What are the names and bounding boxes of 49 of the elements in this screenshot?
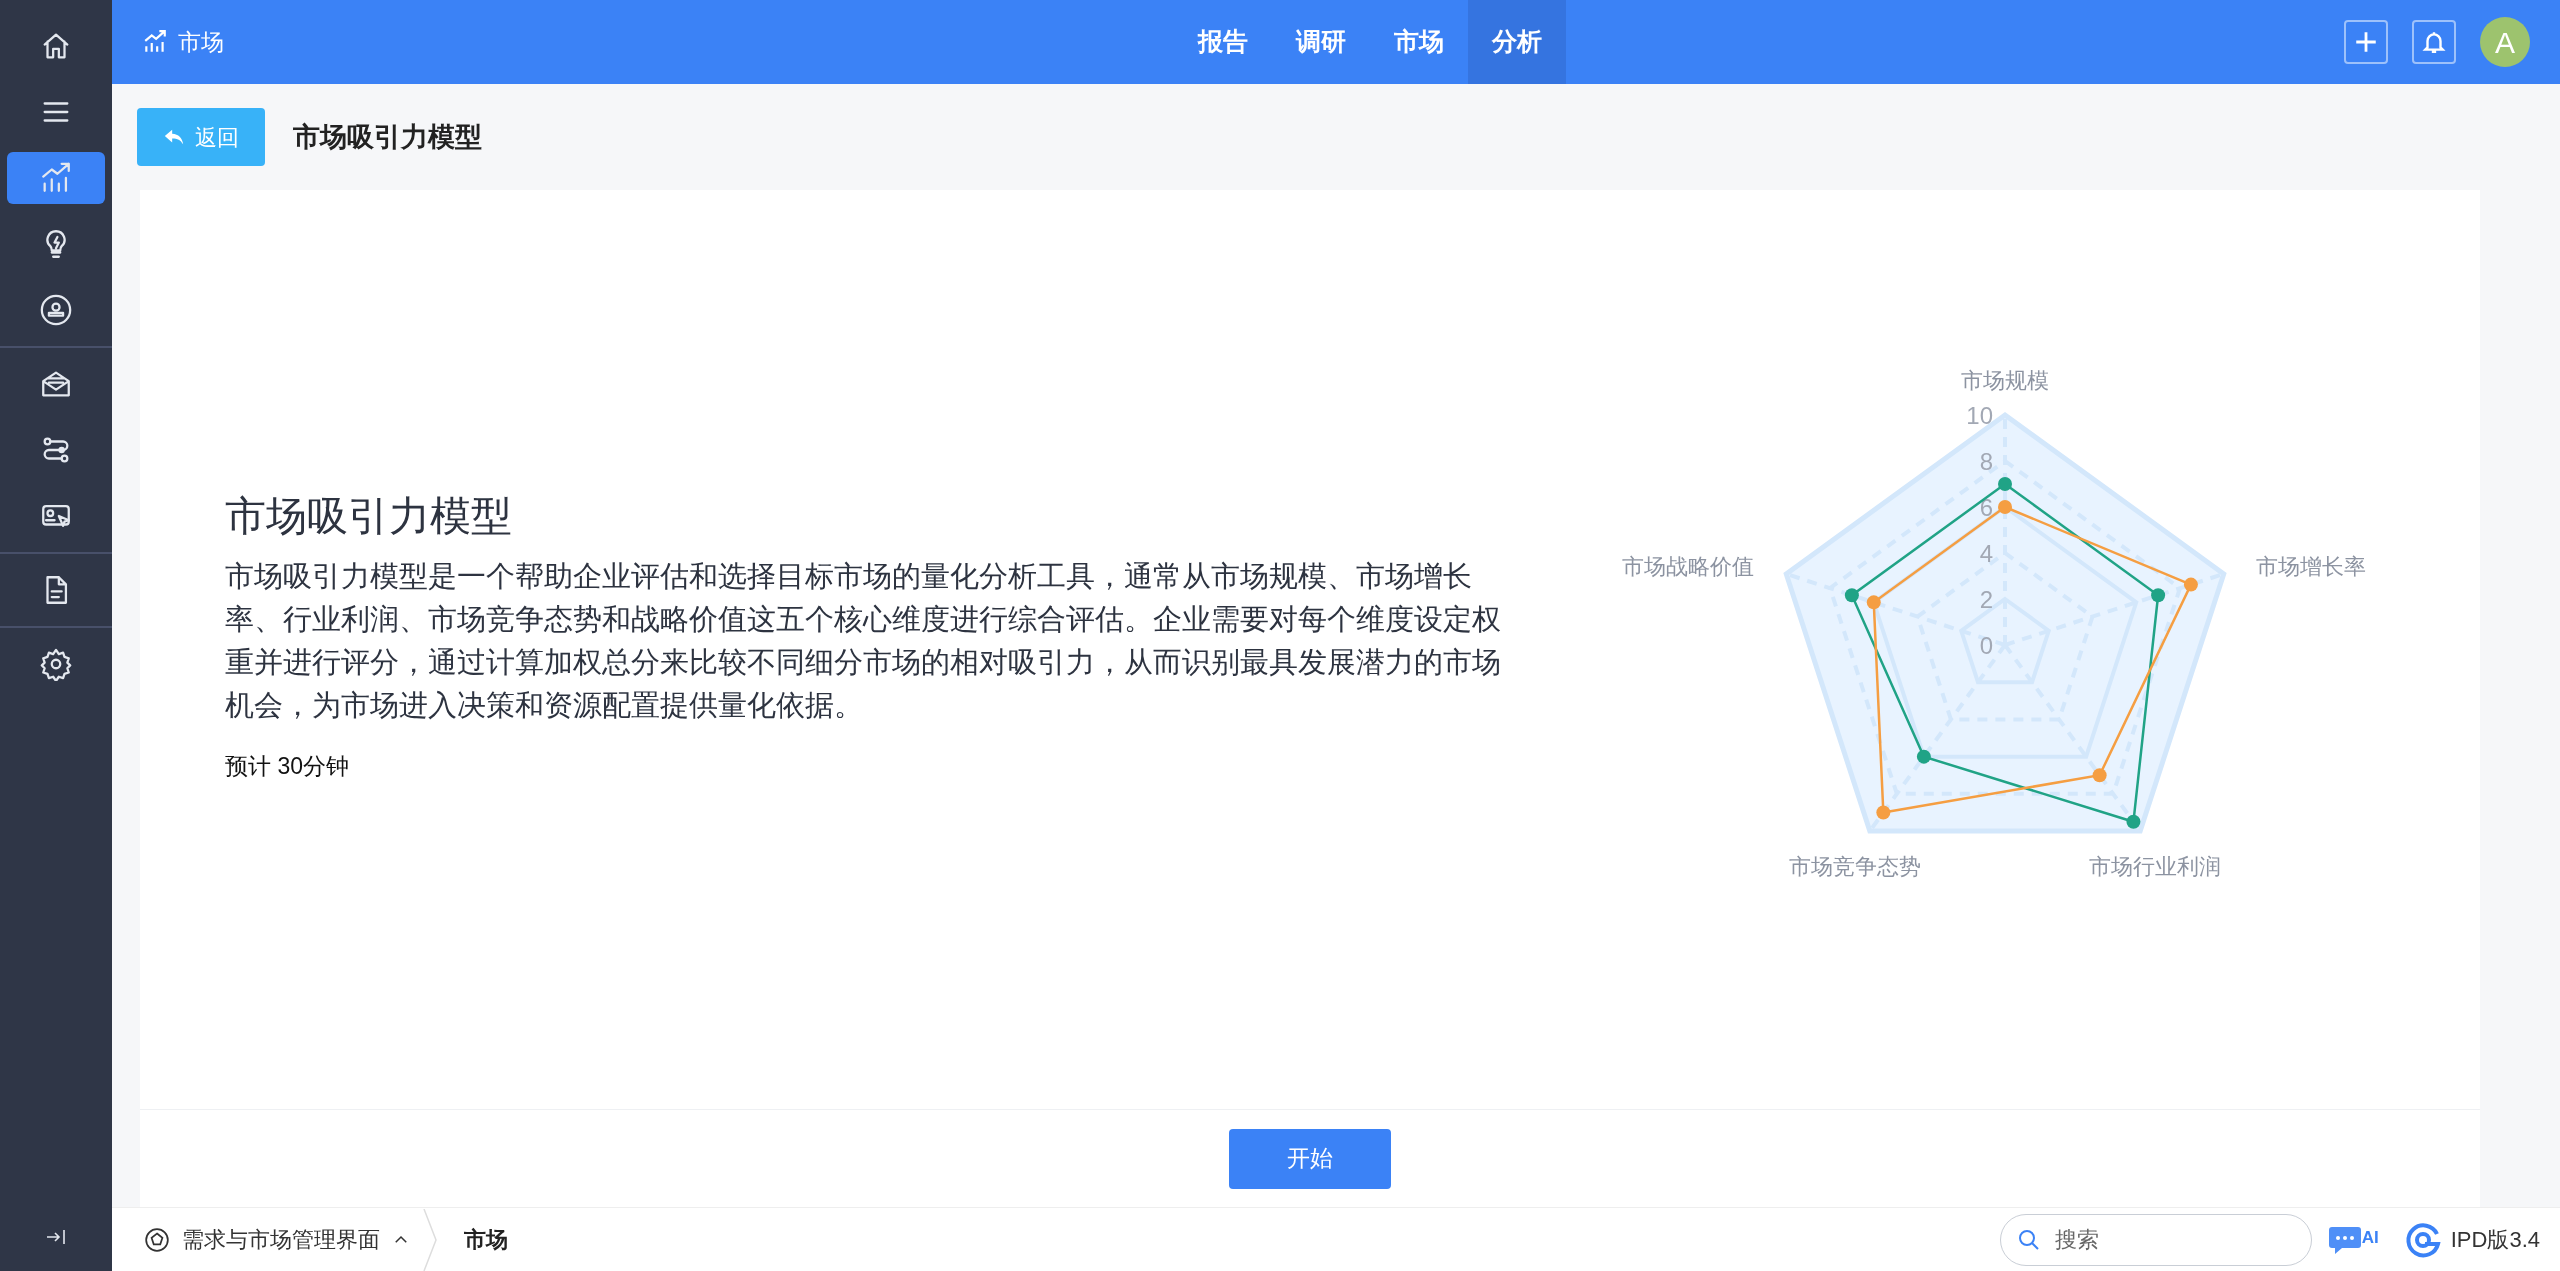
breadcrumb-separator-icon (422, 1208, 438, 1271)
plus-icon (2353, 29, 2379, 55)
data-point (2183, 577, 2198, 592)
bell-icon (2421, 29, 2447, 55)
data-point (1844, 587, 1859, 602)
chart-icon (39, 161, 73, 195)
axis-tick-label: 2 (1979, 585, 1993, 613)
data-point (1876, 804, 1891, 819)
user-avatar[interactable]: A (2480, 17, 2530, 67)
ai-label: AI (2361, 1226, 2379, 1249)
nav-tab[interactable]: 市场 (1370, 0, 1468, 84)
data-point (1866, 594, 1881, 609)
add-button[interactable] (2344, 20, 2388, 64)
header-title: 市场 (178, 27, 224, 57)
data-point (1998, 499, 2012, 514)
model-description: 市场吸引力模型是一个帮助企业评估和选择目标市场的量化分析工具，通常从市场规模、市场增长率、行业利润、市场竞争态势和战略价值这五个核心维度进行综合评估。企业需要对每个维度设定权重并进行评分，通过计算加权总分来比较不同细分市场的相对吸引力，从而识别最具发展潜力的市场机会，为市场进入决策和资源配置提供量化依据。 (225, 559, 1502, 723)
user-icon (39, 293, 73, 327)
axis-label: 市场增长率 (2255, 553, 2366, 579)
back-button[interactable]: 返回 (137, 108, 265, 166)
breadcrumb-current: 市场 (464, 1226, 508, 1254)
nav-tab[interactable]: 报告 (1174, 0, 1272, 84)
axis-tick-label: 0 (1979, 631, 1993, 659)
axis-label: 市场规模 (1961, 367, 2049, 393)
axis-label: 市场行业利润 (2089, 853, 2222, 879)
notification-button[interactable] (2412, 20, 2456, 64)
chat-icon[interactable] (2327, 1224, 2362, 1255)
estimated-duration: 预计 30分钟 (225, 752, 350, 781)
version-label: IPD版3.4 (2450, 1226, 2540, 1254)
model-heading: 市场吸引力模型 (225, 491, 513, 541)
axis-tick-label: 10 (1966, 401, 1993, 429)
data-point (2126, 814, 2141, 829)
nav-tab[interactable]: 调研 (1272, 0, 1370, 84)
chart-icon (142, 29, 168, 55)
nav-tab[interactable]: 分析 (1468, 0, 1566, 84)
axis-tick-label: 8 (1979, 447, 1993, 475)
axis-tick-label: 4 (1979, 539, 1993, 567)
breadcrumb-link[interactable]: 需求与市场管理界面 (182, 1223, 380, 1256)
app-icon (144, 1226, 170, 1253)
axis-label: 市场战略价值 (1622, 553, 1755, 579)
start-button[interactable]: 开始 (1229, 1128, 1391, 1189)
data-point (1916, 749, 1931, 764)
data-point (2151, 587, 2166, 602)
page-title: 市场吸引力模型 (293, 120, 482, 154)
settings-icon (39, 647, 73, 681)
axis-label: 市场竞争态势 (1788, 853, 1921, 879)
data-point (2092, 767, 2107, 782)
data-point (1998, 476, 2012, 491)
axis-tick-label: 6 (1979, 493, 1993, 521)
search-icon (2016, 1227, 2041, 1252)
